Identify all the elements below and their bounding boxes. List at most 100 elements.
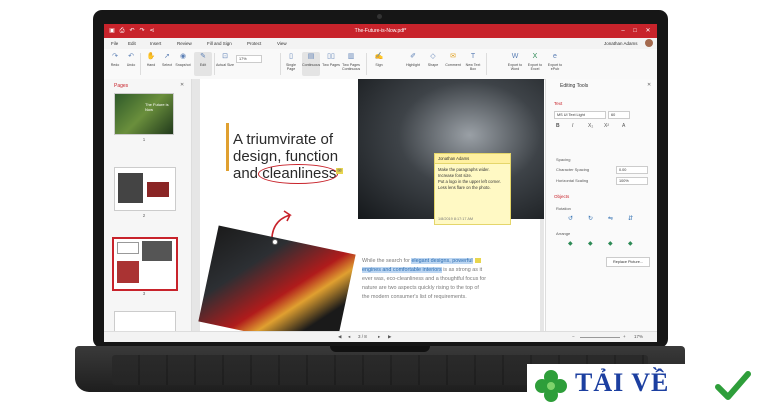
circle-annotation[interactable]: [258, 164, 338, 184]
send-to-back-icon[interactable]: ◆: [628, 240, 633, 247]
page-thumb-1[interactable]: The Future is Now: [114, 93, 174, 135]
page-thumb-2[interactable]: [114, 167, 176, 211]
camera-icon: ◉: [179, 53, 187, 60]
superscript-button[interactable]: X²: [604, 123, 609, 129]
shape-button[interactable]: ◇ Shape: [424, 52, 442, 67]
first-page-icon[interactable]: ◀: [338, 334, 341, 340]
sign-button[interactable]: ✍ Sign: [370, 52, 388, 67]
export-excel-button[interactable]: X Export to Excel: [526, 52, 544, 71]
bold-button[interactable]: B: [556, 123, 560, 129]
pages-panel-title: Pages: [114, 83, 129, 89]
signature-icon: ✍: [374, 53, 384, 60]
page-number-2: 2: [142, 213, 146, 218]
actual-size-button[interactable]: ⊡ Actual Size: [216, 52, 234, 67]
page-thumb-3[interactable]: [112, 237, 178, 291]
actual-size-icon: ⊡: [222, 53, 228, 60]
zoom-slider[interactable]: [580, 337, 620, 338]
cursor-icon: ➚: [164, 53, 170, 60]
two-pages-icon: ▯▯: [327, 53, 335, 60]
redo-icon: ↷: [112, 53, 118, 60]
export-epub-button[interactable]: e Export to ePub: [546, 52, 564, 71]
comment-button[interactable]: ✉ Comment: [444, 52, 462, 67]
font-color-button[interactable]: A: [622, 123, 625, 129]
menu-bar: File Edit Insert Review Fill and Sign Pr…: [104, 38, 657, 49]
two-pages-button[interactable]: ▯▯ Two Pages: [322, 52, 340, 67]
highlight-button[interactable]: ✐ Highlight: [404, 52, 422, 67]
italic-button[interactable]: I: [572, 123, 573, 129]
document-canvas[interactable]: A triumvirate of design, function and cl…: [192, 79, 544, 331]
replace-picture-button[interactable]: Replace Picture...: [606, 257, 650, 267]
menu-protect[interactable]: Protect: [247, 41, 261, 46]
last-page-icon[interactable]: ▶: [388, 334, 391, 340]
menu-fill-and-sign[interactable]: Fill and Sign: [207, 41, 232, 46]
bring-forward-icon[interactable]: ◆: [568, 240, 573, 247]
epub-icon: e: [553, 53, 557, 60]
export-word-button[interactable]: W Export to Word: [506, 52, 524, 71]
continuous-button[interactable]: ▤ Continuous: [302, 52, 320, 76]
sticky-note[interactable]: Jonathan Adams Make the paragraphs wider…: [434, 153, 511, 225]
ribbon-separator: [214, 53, 215, 75]
page-indicator[interactable]: 3 / 8: [358, 334, 367, 339]
new-text-box-button[interactable]: T New Text Box: [464, 52, 482, 71]
rotate-left-icon[interactable]: ↺: [568, 215, 573, 222]
ribbon-separator: [140, 53, 141, 75]
menu-view[interactable]: View: [277, 41, 287, 46]
laptop-hinge: [330, 346, 430, 352]
char-spacing-input[interactable]: 0.00: [616, 166, 648, 174]
font-family-select[interactable]: MS UI Text Light: [554, 111, 606, 119]
note-marker-icon[interactable]: [474, 258, 481, 264]
ribbon-toolbar: ↷ Redo ↶ Undo ✋ Hand ➚ Select ◉ Snapshot ✎ Edi…: [104, 49, 657, 80]
undo-button[interactable]: ↶ Undo: [122, 52, 140, 67]
flip-vertical-icon[interactable]: ⇵: [628, 215, 633, 222]
note-timestamp: 1/8/2019 8:17:17 AM: [438, 217, 474, 221]
edit-button[interactable]: ✎ Edit: [194, 52, 212, 76]
maximize-icon[interactable]: □: [631, 27, 639, 35]
horiz-scaling-input[interactable]: 100%: [616, 177, 648, 185]
highlighter-icon: ✐: [410, 53, 416, 60]
title-bar: ▣ ⎙ ↶ ↷ ⋖ The-Future-is-Now.pdf* – □ ✕: [104, 24, 657, 38]
objects-section-header[interactable]: Objects: [554, 194, 569, 199]
webcam: [377, 14, 382, 19]
menu-insert[interactable]: Insert: [150, 41, 161, 46]
close-panel-icon[interactable]: ✕: [647, 82, 651, 88]
bring-to-front-icon[interactable]: ◆: [608, 240, 613, 247]
close-icon[interactable]: ✕: [644, 27, 652, 35]
body-line: nature are two aspects quickly rising to…: [362, 285, 479, 291]
note-marker-icon[interactable]: ✉: [336, 168, 343, 174]
avatar[interactable]: [645, 39, 653, 47]
page-thumb-1-title: The Future is Now: [145, 102, 169, 112]
page-thumb-3-image: [142, 241, 172, 261]
horiz-scaling-label: Horizontal Scaling: [556, 178, 589, 183]
single-page-button[interactable]: ▯ Single Page: [282, 52, 300, 71]
two-pages-continuous-button[interactable]: ▥ Two Pages Continuous: [342, 52, 360, 71]
flip-horizontal-icon[interactable]: ⇋: [608, 215, 613, 222]
body-paragraph[interactable]: While the search for elegant designs, po…: [362, 257, 527, 302]
rotate-right-icon[interactable]: ↻: [588, 215, 593, 222]
send-backward-icon[interactable]: ◆: [588, 240, 593, 247]
edit-icon: ✎: [200, 53, 206, 60]
page-thumb-4[interactable]: [114, 311, 176, 333]
menu-review[interactable]: Review: [177, 41, 192, 46]
close-panel-icon[interactable]: ✕: [180, 82, 184, 88]
watermark: TẢI VỀ: [527, 364, 755, 408]
prev-page-icon[interactable]: ◂: [348, 334, 350, 340]
rotate-handle[interactable]: [272, 239, 278, 245]
next-page-icon[interactable]: ▸: [378, 334, 380, 340]
subscript-button[interactable]: X₂: [588, 123, 593, 129]
page-number-1: 1: [142, 137, 146, 142]
text-section-header[interactable]: Text: [554, 101, 562, 106]
menu-edit[interactable]: Edit: [128, 41, 136, 46]
zoom-field[interactable]: 17%: [236, 55, 262, 63]
text-box-icon: T: [470, 53, 476, 60]
body-line: the modern consumer's list of requiremen…: [362, 294, 467, 300]
clover-icon: [535, 370, 567, 402]
excel-icon: X: [532, 53, 538, 60]
minimize-icon[interactable]: –: [619, 27, 627, 35]
zoom-in-icon[interactable]: +: [623, 334, 626, 339]
watermark-text: TẢI VỀ: [575, 368, 670, 397]
menu-file[interactable]: File: [111, 41, 118, 46]
note-author: Jonathan Adams: [435, 154, 510, 164]
font-size-select[interactable]: 60: [608, 111, 630, 119]
zoom-out-icon[interactable]: −: [572, 334, 575, 339]
snapshot-button[interactable]: ◉ Snapshot: [174, 52, 192, 67]
